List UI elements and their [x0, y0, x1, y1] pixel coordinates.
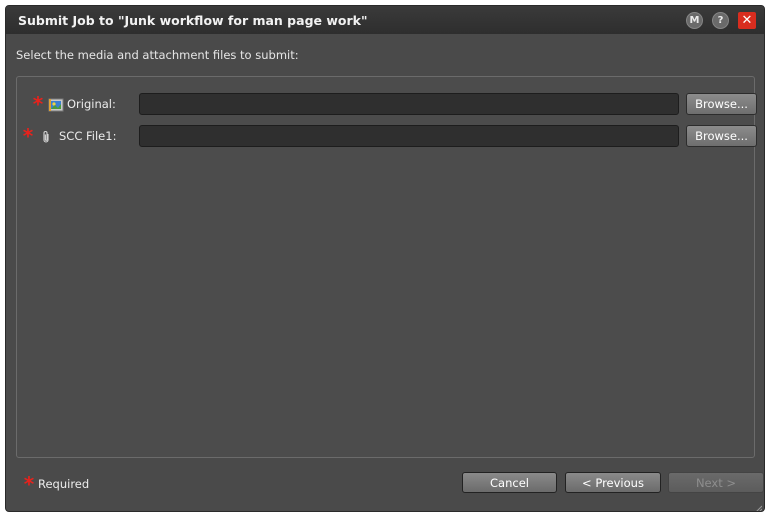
required-label: Required	[38, 477, 90, 491]
browse-button-original[interactable]: Browse...	[686, 93, 757, 115]
instruction-text: Select the media and attachment files to…	[16, 48, 299, 62]
paperclip-icon	[41, 129, 51, 143]
field-label-original: Original:	[67, 97, 116, 111]
scc-file1-path-input[interactable]	[139, 125, 679, 147]
required-marker: *	[32, 92, 44, 116]
previous-button[interactable]: < Previous	[565, 472, 661, 493]
original-path-input[interactable]	[139, 93, 679, 115]
title-bar[interactable]: Submit Job to "Junk workflow for man pag…	[6, 6, 764, 34]
help-button[interactable]: ?	[712, 11, 729, 29]
field-label-scc-file1: SCC File1:	[59, 129, 117, 143]
dialog-title: Submit Job to "Junk workflow for man pag…	[18, 12, 368, 28]
resize-grip-icon[interactable]	[752, 499, 763, 511]
next-button[interactable]: Next >	[668, 472, 764, 493]
submit-job-dialog: Submit Job to "Junk workflow for man pag…	[5, 5, 765, 512]
required-marker: *	[23, 472, 35, 496]
cancel-button[interactable]: Cancel	[462, 472, 557, 493]
media-image-icon	[48, 97, 64, 112]
browse-button-scc-file1[interactable]: Browse...	[686, 125, 757, 147]
files-panel: * Original: Browse... * SCC File1: Brows…	[16, 76, 757, 458]
m-button[interactable]: M	[686, 11, 703, 29]
close-button[interactable]: ✕	[738, 11, 756, 29]
required-legend: * Required	[22, 474, 89, 494]
required-marker: *	[22, 124, 34, 148]
